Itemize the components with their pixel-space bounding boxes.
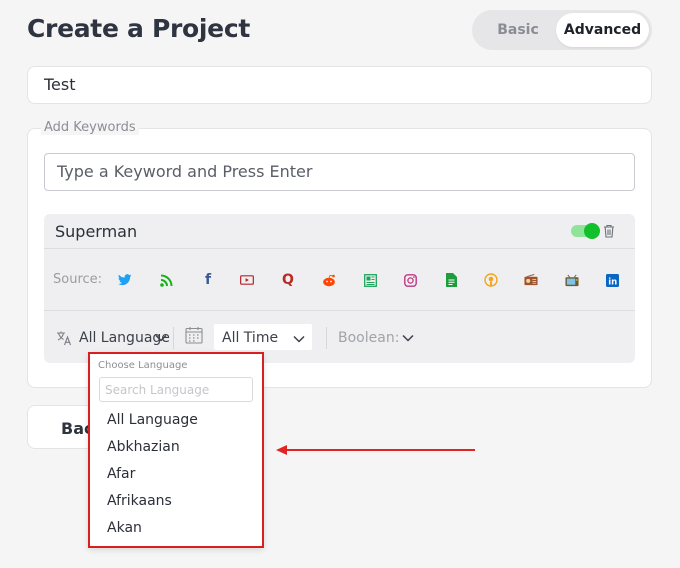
project-name-field[interactable]: Test bbox=[27, 66, 652, 104]
language-search-input[interactable] bbox=[99, 377, 253, 402]
chevron-down-icon[interactable] bbox=[293, 335, 305, 343]
mode-advanced-button[interactable]: Advanced bbox=[556, 13, 649, 47]
keyword-input[interactable]: Type a Keyword and Press Enter bbox=[44, 153, 635, 191]
youtube-icon[interactable] bbox=[240, 273, 254, 287]
reddit-icon[interactable] bbox=[322, 273, 336, 287]
linkedin-icon[interactable]: in bbox=[605, 273, 619, 287]
trash-icon[interactable] bbox=[603, 224, 615, 238]
quora-icon[interactable]: Q bbox=[281, 273, 295, 287]
chevron-down-icon[interactable] bbox=[155, 334, 167, 342]
language-option[interactable]: Afrikaans bbox=[107, 493, 172, 509]
chevron-down-icon[interactable] bbox=[402, 334, 414, 342]
page-title: Create a Project bbox=[27, 14, 251, 43]
boolean-label: Boolean: bbox=[338, 330, 400, 346]
twitter-icon[interactable] bbox=[118, 273, 132, 287]
news-icon[interactable] bbox=[363, 273, 377, 287]
svg-text:in: in bbox=[608, 277, 617, 287]
mode-toggle[interactable]: Basic Advanced bbox=[472, 10, 652, 50]
language-option[interactable]: Afar bbox=[107, 466, 135, 482]
keyword-name: Superman bbox=[55, 222, 138, 241]
divider bbox=[44, 248, 635, 249]
language-option[interactable]: Abkhazian bbox=[107, 439, 180, 455]
document-icon[interactable] bbox=[444, 273, 458, 287]
language-option[interactable]: All Language bbox=[107, 412, 198, 428]
source-label: Source: bbox=[53, 272, 103, 287]
dropdown-heading: Choose Language bbox=[98, 360, 188, 371]
annotation-arrow-head bbox=[276, 445, 287, 455]
time-filter-label: All Time bbox=[222, 330, 279, 346]
calendar-icon[interactable] bbox=[185, 326, 203, 344]
toggle-knob[interactable] bbox=[584, 223, 600, 239]
translate-icon bbox=[57, 331, 72, 346]
instagram-icon[interactable] bbox=[403, 273, 417, 287]
divider bbox=[44, 310, 635, 311]
rss-icon[interactable] bbox=[159, 273, 173, 287]
podcast-icon[interactable] bbox=[484, 273, 498, 287]
annotation-arrow bbox=[286, 449, 475, 451]
filter-separator bbox=[173, 327, 174, 349]
radio-icon[interactable] bbox=[524, 273, 538, 287]
keywords-legend: Add Keywords bbox=[41, 120, 139, 135]
tv-icon[interactable] bbox=[565, 273, 579, 287]
language-option[interactable]: Akan bbox=[107, 520, 142, 536]
filter-separator bbox=[326, 327, 327, 349]
facebook-icon[interactable]: f bbox=[201, 273, 215, 287]
mode-basic-button[interactable]: Basic bbox=[472, 10, 564, 50]
